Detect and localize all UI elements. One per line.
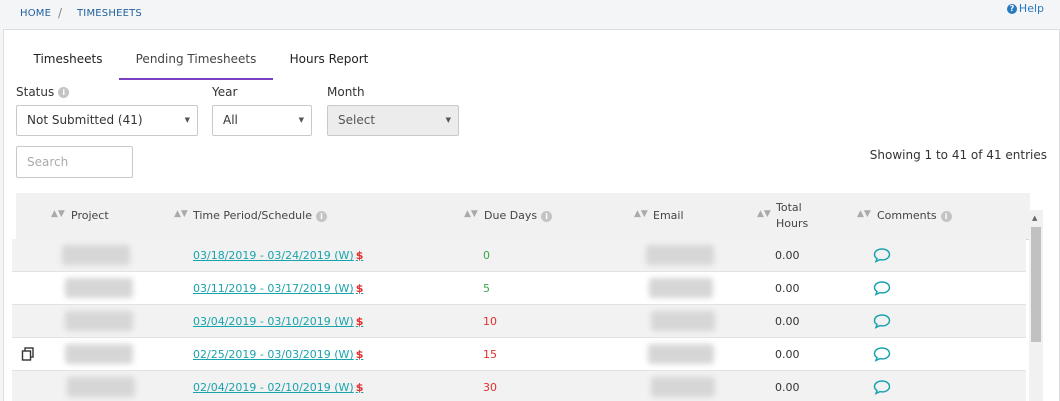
status-select[interactable]: Not Submitted (41) ▼ <box>16 105 198 136</box>
sort-icon[interactable]: ▲▼ <box>634 209 648 219</box>
top-bar: HOME / TIMESHEETS ? Help <box>0 0 1060 28</box>
table-row: 03/11/2019 - 03/17/2019 (W) $ 5 0.00 <box>12 272 1026 305</box>
help-link[interactable]: ? Help <box>1006 2 1044 15</box>
info-icon: i <box>940 210 952 222</box>
project-redacted <box>65 344 133 364</box>
month-select[interactable]: Select ▼ <box>327 105 459 136</box>
total-hours: 0.00 <box>775 348 800 361</box>
project-redacted <box>67 377 135 397</box>
total-hours: 0.00 <box>775 381 800 394</box>
due-days: 0 <box>483 249 490 262</box>
column-time-period[interactable]: Time Period/Schedule i <box>193 209 327 222</box>
total-hours: 0.00 <box>775 249 800 262</box>
search-input[interactable]: Search <box>16 146 133 178</box>
dollar-icon: $ <box>355 381 364 394</box>
project-redacted <box>65 311 133 331</box>
breadcrumb-home[interactable]: HOME <box>20 8 51 19</box>
scroll-up-icon[interactable]: ▲ <box>1032 214 1037 222</box>
column-email[interactable]: Email <box>653 209 684 222</box>
comment-icon[interactable] <box>873 313 891 329</box>
year-filter-label: Year <box>212 85 238 99</box>
email-redacted <box>648 344 714 364</box>
table-row: 02/04/2019 - 02/10/2019 (W) $ 30 0.00 <box>12 371 1026 401</box>
caret-down-icon: ▼ <box>298 116 304 124</box>
sort-icon[interactable]: ▲▼ <box>464 209 478 219</box>
email-redacted <box>651 377 715 397</box>
sort-icon[interactable]: ▲▼ <box>857 209 871 219</box>
email-redacted <box>646 245 714 265</box>
sort-icon[interactable]: ▲▼ <box>51 209 65 219</box>
year-select[interactable]: All ▼ <box>212 105 312 136</box>
comment-icon[interactable] <box>873 379 891 395</box>
info-icon: i <box>541 210 553 222</box>
scrollbar-thumb[interactable] <box>1031 227 1041 342</box>
total-hours: 0.00 <box>775 315 800 328</box>
time-period-link[interactable]: 03/04/2019 - 03/10/2019 (W) $ <box>193 315 363 328</box>
column-total-hours[interactable]: Total Hours <box>776 200 816 232</box>
year-select-value: All <box>223 113 238 127</box>
table-row: 03/04/2019 - 03/10/2019 (W) $ 10 0.00 <box>12 305 1026 338</box>
column-project[interactable]: Project <box>71 209 109 222</box>
info-icon: i <box>315 210 327 222</box>
project-redacted <box>65 278 133 298</box>
dollar-icon: $ <box>355 282 364 295</box>
tab-timesheets[interactable]: Timesheets <box>18 52 118 80</box>
dollar-icon: $ <box>355 249 364 262</box>
tab-pending-timesheets[interactable]: Pending Timesheets <box>119 52 273 80</box>
due-days: 30 <box>483 381 497 394</box>
comment-icon[interactable] <box>873 280 891 296</box>
column-due-days[interactable]: Due Days i <box>484 209 553 222</box>
due-days: 10 <box>483 315 497 328</box>
month-select-value: Select <box>338 113 376 127</box>
help-label: Help <box>1018 2 1044 15</box>
status-select-value: Not Submitted (41) <box>27 113 143 127</box>
email-redacted <box>649 278 713 298</box>
caret-down-icon: ▼ <box>445 116 451 124</box>
sort-icon[interactable]: ▲▼ <box>174 209 188 219</box>
table-header: ▲▼ Project ▲▼ Time Period/Schedule i ▲▼ D… <box>16 193 1030 240</box>
comment-icon[interactable] <box>873 247 891 263</box>
sort-icon[interactable]: ▲▼ <box>757 209 771 219</box>
help-icon: ? <box>1006 3 1017 14</box>
table-scrollbar[interactable]: ▲ <box>1029 210 1043 401</box>
dollar-icon: $ <box>355 315 364 328</box>
due-days: 5 <box>483 282 490 295</box>
breadcrumb-current[interactable]: TIMESHEETS <box>77 8 142 19</box>
status-filter-label: Status i <box>16 85 70 99</box>
caret-down-icon: ▼ <box>184 116 190 124</box>
entries-info: Showing 1 to 41 of 41 entries <box>869 148 1047 162</box>
time-period-link[interactable]: 02/25/2019 - 03/03/2019 (W) $ <box>193 348 363 361</box>
time-period-link[interactable]: 02/04/2019 - 02/10/2019 (W) $ <box>193 381 363 394</box>
month-filter-label: Month <box>327 85 365 99</box>
project-redacted <box>62 245 130 265</box>
time-period-link[interactable]: 03/11/2019 - 03/17/2019 (W) $ <box>193 282 363 295</box>
table-row: 02/25/2019 - 03/03/2019 (W) $ 15 0.00 <box>12 338 1026 371</box>
dollar-icon: $ <box>355 348 364 361</box>
comment-icon[interactable] <box>873 346 891 362</box>
copy-icon[interactable] <box>21 347 35 361</box>
info-icon: i <box>58 87 70 98</box>
total-hours: 0.00 <box>775 282 800 295</box>
due-days: 15 <box>483 348 497 361</box>
breadcrumb-separator: / <box>58 6 63 20</box>
time-period-link[interactable]: 03/18/2019 - 03/24/2019 (W) $ <box>193 249 363 262</box>
column-comments[interactable]: Comments i <box>877 209 952 222</box>
table-row: 03/18/2019 - 03/24/2019 (W) $ 0 0.00 <box>12 239 1026 272</box>
email-redacted <box>651 311 715 331</box>
tab-hours-report[interactable]: Hours Report <box>274 52 384 80</box>
